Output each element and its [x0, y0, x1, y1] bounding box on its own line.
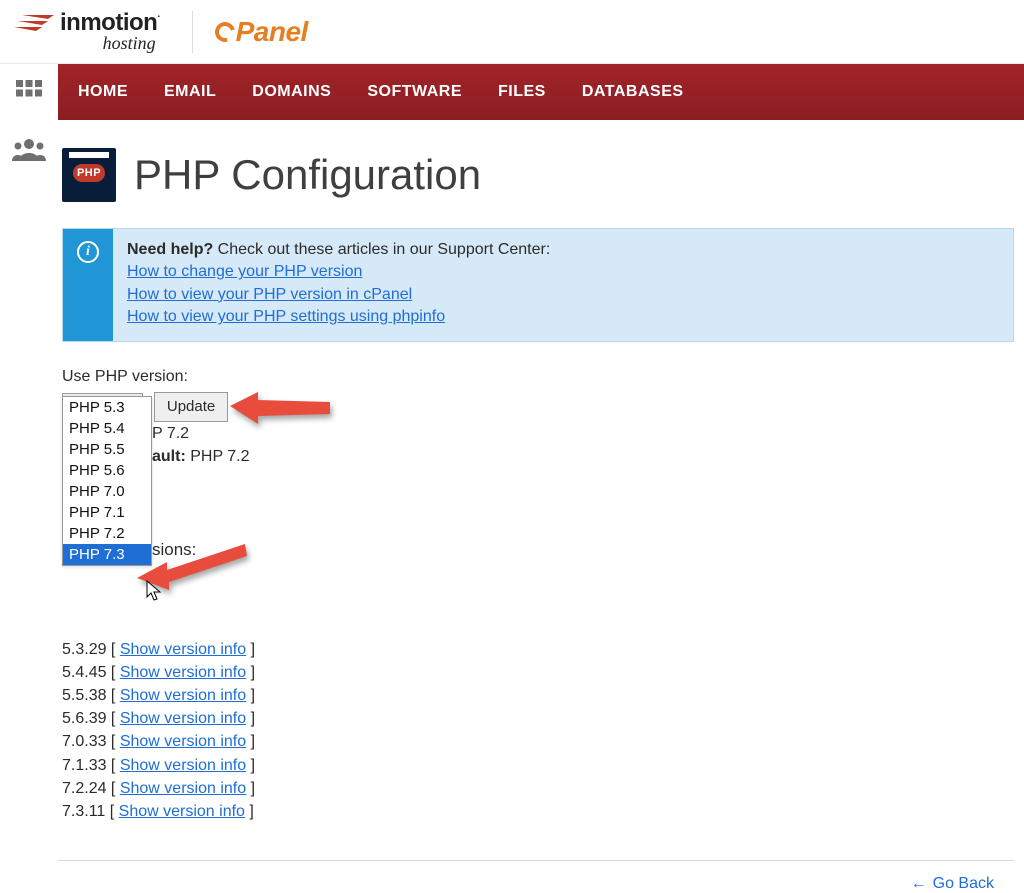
version-row: 7.3.11 [ Show version info ]	[62, 800, 1014, 823]
info-link-phpinfo[interactable]: How to view your PHP settings using phpi…	[127, 308, 445, 325]
system-default-label-suffix: ault:	[152, 448, 186, 465]
cpanel-logo: Panel	[215, 16, 308, 48]
php-badge: PHP	[73, 164, 105, 182]
nav-software[interactable]: SOFTWARE	[367, 83, 462, 101]
show-version-info-link[interactable]: Show version info	[120, 757, 246, 774]
php-option-php-54[interactable]: PHP 5.4	[63, 418, 151, 439]
arrow-left-icon: ←	[911, 875, 927, 892]
version-row: 7.0.33 [ Show version info ]	[62, 730, 1014, 753]
show-version-info-link[interactable]: Show version info	[119, 803, 245, 820]
footer-bar: ←Go Back	[58, 860, 1014, 893]
show-version-info-link[interactable]: Show version info	[120, 780, 246, 797]
inmotion-swoosh-icon	[12, 14, 54, 32]
nav-home[interactable]: HOME	[78, 83, 128, 101]
nav-databases[interactable]: DATABASES	[582, 83, 684, 101]
php-config-icon: PHP	[62, 148, 116, 202]
users-icon[interactable]	[12, 137, 46, 168]
available-versions-list: 5.3.29 [ Show version info ]5.4.45 [ Sho…	[62, 638, 1014, 824]
php-option-php-55[interactable]: PHP 5.5	[63, 439, 151, 460]
logo-divider	[192, 11, 193, 53]
show-version-info-link[interactable]: Show version info	[120, 687, 246, 704]
php-version-dropdown[interactable]: PHP 5.3PHP 5.4PHP 5.5PHP 5.6PHP 7.0PHP 7…	[62, 396, 152, 566]
php-option-php-53[interactable]: PHP 5.3	[63, 397, 151, 418]
php-option-php-72[interactable]: PHP 7.2	[63, 523, 151, 544]
version-row: 7.1.33 [ Show version info ]	[62, 754, 1014, 777]
main-nav: HOME EMAIL DOMAINS SOFTWARE FILES DATABA…	[58, 64, 1024, 120]
page-title: PHP Configuration	[134, 151, 481, 199]
nav-email[interactable]: EMAIL	[164, 83, 216, 101]
info-link-view-version[interactable]: How to view your PHP version in cPanel	[127, 286, 412, 303]
cpanel-c-icon	[211, 18, 238, 45]
apps-grid-icon[interactable]	[14, 78, 44, 113]
version-row: 7.2.24 [ Show version info ]	[62, 777, 1014, 800]
info-icon-column: i	[63, 229, 113, 341]
php-option-php-73[interactable]: PHP 7.3	[63, 544, 151, 565]
logo-bar: inmotion. hosting Panel	[0, 0, 1024, 64]
page-header: PHP PHP Configuration	[62, 148, 1014, 202]
show-version-info-link[interactable]: Show version info	[120, 733, 246, 750]
nav-domains[interactable]: DOMAINS	[252, 83, 331, 101]
info-box: i Need help? Check out these articles in…	[62, 228, 1014, 342]
left-rail	[0, 64, 58, 893]
show-version-info-link[interactable]: Show version info	[120, 710, 246, 727]
inmotion-logo: inmotion. hosting	[12, 9, 160, 54]
php-option-php-70[interactable]: PHP 7.0	[63, 481, 151, 502]
php-option-php-56[interactable]: PHP 5.6	[63, 460, 151, 481]
version-row: 5.3.29 [ Show version info ]	[62, 638, 1014, 661]
php-version-form: Use PHP version: PHP 7.2 ▾ Update	[62, 368, 1014, 824]
info-lead: Check out these articles in our Support …	[213, 241, 550, 258]
go-back-link[interactable]: ←Go Back	[911, 875, 994, 892]
php-version-label: Use PHP version:	[62, 368, 1014, 386]
mouse-cursor-icon	[146, 580, 162, 602]
nav-files[interactable]: FILES	[498, 83, 546, 101]
version-row: 5.4.45 [ Show version info ]	[62, 661, 1014, 684]
info-icon: i	[77, 241, 99, 263]
inmotion-subbrand: hosting	[103, 33, 160, 54]
current-version-suffix: P 7.2	[152, 425, 189, 442]
version-row: 5.6.39 [ Show version info ]	[62, 707, 1014, 730]
info-link-change-version[interactable]: How to change your PHP version	[127, 263, 362, 280]
available-versions-heading-suffix: sions:	[152, 540, 196, 559]
show-version-info-link[interactable]: Show version info	[120, 664, 246, 681]
php-option-php-71[interactable]: PHP 7.1	[63, 502, 151, 523]
info-title: Need help?	[127, 241, 213, 258]
show-version-info-link[interactable]: Show version info	[120, 641, 246, 658]
version-row: 5.5.38 [ Show version info ]	[62, 684, 1014, 707]
system-default-value: PHP 7.2	[186, 448, 250, 465]
